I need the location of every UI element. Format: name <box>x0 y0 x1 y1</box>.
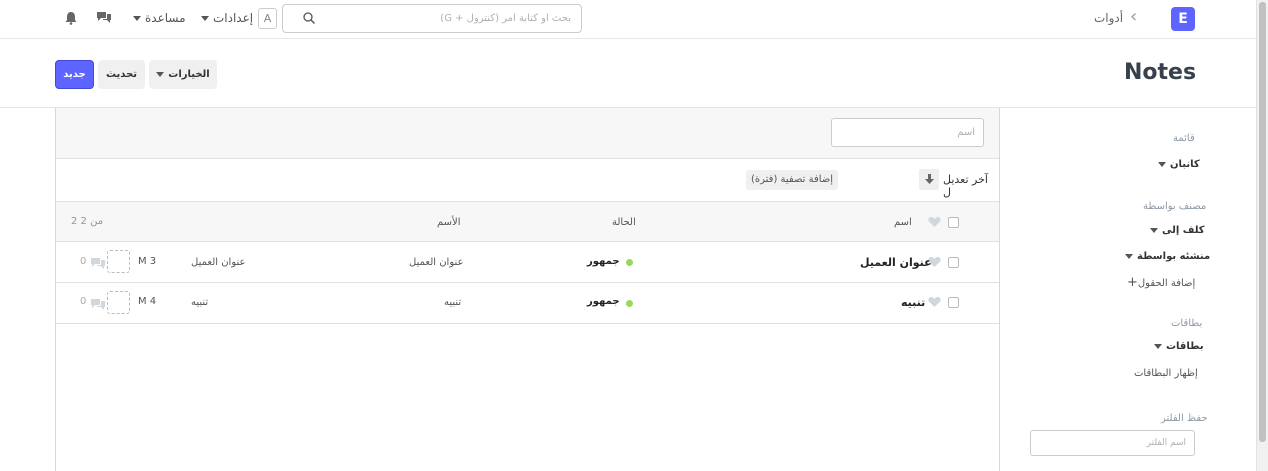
assigned-to-dropdown[interactable]: كلف إلى <box>1150 225 1205 236</box>
sort-label[interactable]: آخر تعديل ل <box>943 173 999 199</box>
sort-order-button[interactable] <box>919 169 939 190</box>
row-modified: M 3 <box>138 256 157 267</box>
kanban-dropdown[interactable]: كانبان <box>1158 159 1200 170</box>
app-logo[interactable]: E <box>1171 7 1195 31</box>
header-name: اسم <box>894 217 912 228</box>
arrow-down-icon <box>924 174 934 184</box>
sidebar-list-heading: قائمة <box>1173 133 1195 144</box>
search-input[interactable] <box>321 8 571 29</box>
kanban-label: كانبان <box>1170 159 1200 170</box>
settings-dropdown[interactable]: إعدادات <box>201 11 253 25</box>
assign-placeholder[interactable] <box>107 250 130 273</box>
refresh-button[interactable]: تحديث <box>98 60 145 89</box>
name-filter-input[interactable] <box>831 118 984 147</box>
table-row[interactable]: عنوان العميل جمهور عنوان العميل عنوان ال… <box>56 242 999 283</box>
caret-down-icon <box>1154 343 1162 349</box>
header-count: 2 من 2 <box>71 216 104 227</box>
chat-icon[interactable] <box>96 11 112 25</box>
caret-down-icon <box>1125 253 1133 259</box>
scrollbar[interactable] <box>1256 0 1268 471</box>
add-filter-button[interactable]: إضافة تصفية (فترة) <box>746 170 839 190</box>
sort-row: آخر تعديل ل إضافة تصفية (فترة) <box>56 159 999 202</box>
caret-down-icon <box>1158 161 1166 167</box>
comment-icon <box>91 299 105 310</box>
help-dropdown[interactable]: مساعدة <box>133 11 186 25</box>
show-tags-link[interactable]: إظهار البطاقات <box>1134 368 1198 379</box>
filter-name-input[interactable] <box>1030 430 1195 456</box>
created-by-label: منشئه بواسطة <box>1137 251 1211 262</box>
tags-label: بطاقات <box>1166 341 1204 352</box>
page-title: Notes <box>1124 60 1197 85</box>
header-title: الأسم <box>437 217 461 228</box>
row-status: جمهور <box>587 296 620 307</box>
filter-row <box>56 108 999 159</box>
sidebar-tags-heading: بطاقات <box>1171 318 1203 329</box>
row-status: جمهور <box>587 256 620 267</box>
tags-dropdown[interactable]: بطاقات <box>1154 341 1204 352</box>
bell-icon[interactable] <box>65 11 77 25</box>
comment-count: 0 <box>80 296 87 307</box>
row-title: عنوان العميل <box>409 257 464 268</box>
comment-count: 0 <box>80 256 87 267</box>
add-fields-label: إضافة الحقول <box>1137 278 1196 289</box>
row-subject: عنوان العميل <box>191 257 246 268</box>
row-modified: M 4 <box>138 296 157 307</box>
add-fields-link[interactable]: +إضافة الحقول <box>1127 275 1195 290</box>
search-icon <box>303 12 315 24</box>
scrollbar-thumb[interactable] <box>1259 2 1266 442</box>
new-button[interactable]: جديد <box>55 60 94 89</box>
row-name-link[interactable]: عنوان العميل <box>860 256 932 269</box>
caret-down-icon <box>1150 227 1158 233</box>
status-indicator <box>626 259 633 266</box>
status-indicator <box>626 300 633 307</box>
created-by-dropdown[interactable]: منشئه بواسطة <box>1125 251 1210 262</box>
settings-label: إعدادات <box>213 11 254 25</box>
search-bar[interactable] <box>282 4 582 33</box>
chevron-left-icon: ‹ <box>1130 6 1138 27</box>
sidebar-save-filter-heading: حفظ الفلتر <box>1161 413 1208 424</box>
list-view: آخر تعديل ل إضافة تصفية (فترة) اسم الحال… <box>55 108 1000 471</box>
list-header: اسم الحالة الأسم 2 من 2 <box>56 202 999 242</box>
select-all-checkbox[interactable] <box>948 217 959 228</box>
options-button[interactable]: الخيارات <box>149 60 217 89</box>
header-status: الحالة <box>612 217 636 228</box>
comment-icon <box>91 258 105 269</box>
help-label: مساعدة <box>145 11 186 25</box>
sidebar-group-by-heading: مصنف بواسطة <box>1143 201 1207 212</box>
assign-placeholder[interactable] <box>107 291 130 314</box>
avatar[interactable]: A <box>258 8 277 29</box>
breadcrumb-tools[interactable]: أدوات <box>1094 11 1123 25</box>
caret-down-icon <box>201 16 209 21</box>
caret-down-icon <box>133 16 141 21</box>
row-checkbox[interactable] <box>948 257 959 268</box>
caret-down-icon <box>156 71 165 77</box>
row-checkbox[interactable] <box>948 297 959 308</box>
row-subject: تنبيه <box>191 297 209 308</box>
table-row[interactable]: تنبيه جمهور تنبيه تنبيه M 4 0 <box>56 283 999 324</box>
row-title: تنبيه <box>444 297 462 308</box>
heart-icon[interactable] <box>928 296 941 308</box>
row-name-link[interactable]: تنبيه <box>901 296 925 309</box>
navbar: E ‹ أدوات A إعدادات مساعدة <box>0 0 1256 39</box>
options-label: الخيارات <box>168 69 210 80</box>
plus-icon: + <box>1127 275 1138 290</box>
assigned-to-label: كلف إلى <box>1162 225 1205 236</box>
heart-icon <box>928 217 941 227</box>
